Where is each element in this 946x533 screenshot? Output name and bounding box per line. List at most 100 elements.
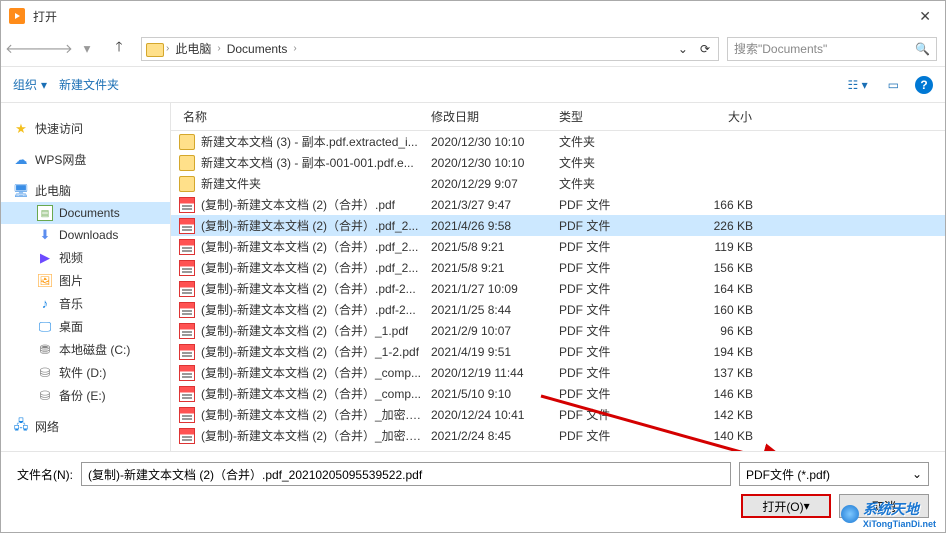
chevron-right-icon: ›: [166, 43, 169, 54]
sidebar-wps-drive[interactable]: ☁WPS网盘: [1, 148, 170, 171]
sidebar-music[interactable]: ♪音乐: [1, 292, 170, 315]
file-name: (复制)-新建文本文档 (2)（合并）.pdf: [201, 196, 395, 213]
view-options-icon[interactable]: ☷ ▾: [844, 76, 872, 94]
file-row[interactable]: (复制)-新建文本文档 (2)（合并）_comp...2020/12/19 11…: [171, 362, 945, 383]
sidebar-drive-d[interactable]: ⛁软件 (D:): [1, 361, 170, 384]
sidebar-pictures[interactable]: 🖼图片: [1, 269, 170, 292]
file-size: 146 KB: [661, 387, 761, 401]
documents-icon: ▤: [37, 205, 53, 221]
pdf-icon: [179, 260, 195, 276]
close-icon[interactable]: ✕: [913, 6, 937, 27]
drive-icon: ⛁: [37, 388, 53, 404]
nav-recent-dropdown[interactable]: ▾: [73, 37, 101, 61]
file-date: 2021/3/27 9:47: [423, 198, 551, 212]
file-date: 2020/12/30 10:10: [423, 156, 551, 170]
sidebar-drive-c[interactable]: ⛃本地磁盘 (C:): [1, 338, 170, 361]
file-row[interactable]: 新建文本文档 (3) - 副本.pdf.extracted_i...2020/1…: [171, 131, 945, 152]
file-size: 140 KB: [661, 429, 761, 443]
search-placeholder: 搜索"Documents": [734, 40, 827, 57]
nav-forward-button[interactable]: 🡒: [41, 37, 69, 61]
nav-back-button[interactable]: 🡐: [9, 37, 37, 61]
sidebar-drive-e[interactable]: ⛁备份 (E:): [1, 384, 170, 407]
file-row[interactable]: (复制)-新建文本文档 (2)（合并）_1.pdf2021/2/9 10:07P…: [171, 320, 945, 341]
help-icon[interactable]: ?: [915, 76, 933, 94]
file-date: 2021/5/8 9:21: [423, 240, 551, 254]
file-row[interactable]: (复制)-新建文本文档 (2)（合并）_加密.p...2021/2/24 8:4…: [171, 425, 945, 446]
header-size[interactable]: 大小: [661, 108, 761, 125]
file-list[interactable]: 新建文本文档 (3) - 副本.pdf.extracted_i...2020/1…: [171, 131, 945, 451]
file-size: 226 KB: [661, 219, 761, 233]
sidebar-videos[interactable]: ▶视频: [1, 246, 170, 269]
file-row[interactable]: (复制)-新建文本文档 (2)（合并）.pdf_2...2021/5/8 9:2…: [171, 257, 945, 278]
cancel-button[interactable]: 取消: [839, 494, 929, 518]
filetype-filter[interactable]: PDF文件 (*.pdf) ⌄: [739, 462, 929, 486]
search-input[interactable]: 搜索"Documents" 🔍: [727, 37, 937, 61]
pdf-icon: [179, 281, 195, 297]
file-row[interactable]: (复制)-新建文本文档 (2)（合并）.pdf_2...2021/4/26 9:…: [171, 215, 945, 236]
file-date: 2020/12/24 10:41: [423, 408, 551, 422]
file-date: 2020/12/29 9:07: [423, 177, 551, 191]
main-area: ★快速访问 ☁WPS网盘 🖥此电脑 ▤Documents ⬇Downloads …: [1, 103, 945, 451]
pdf-icon: [179, 239, 195, 255]
file-name: (复制)-新建文本文档 (2)（合并）_comp...: [201, 385, 421, 402]
window-title: 打开: [33, 8, 913, 25]
file-type: PDF 文件: [551, 343, 661, 360]
sidebar-network[interactable]: 🖧网络: [1, 415, 170, 438]
address-dropdown-icon[interactable]: ⌄: [674, 42, 692, 56]
file-type: PDF 文件: [551, 238, 661, 255]
file-open-dialog: 打开 ✕ 🡐 🡒 ▾ 🡑 › 此电脑 › Documents › ⌄ ⟳ 搜索"…: [0, 0, 946, 533]
folder-icon: [179, 134, 195, 150]
file-row[interactable]: 新建文件夹2020/12/29 9:07文件夹: [171, 173, 945, 194]
file-type: PDF 文件: [551, 196, 661, 213]
folder-icon: [179, 155, 195, 171]
breadcrumb-root[interactable]: 此电脑: [171, 38, 215, 59]
file-size: 160 KB: [661, 303, 761, 317]
preview-pane-icon[interactable]: ▭: [884, 76, 903, 94]
star-icon: ★: [13, 121, 29, 137]
file-date: 2021/5/8 9:21: [423, 261, 551, 275]
pdf-icon: [179, 218, 195, 234]
file-type: PDF 文件: [551, 364, 661, 381]
file-date: 2020/12/19 11:44: [423, 366, 551, 380]
pdf-icon: [179, 197, 195, 213]
file-row[interactable]: (复制)-新建文本文档 (2)（合并）.pdf-2...2021/1/27 10…: [171, 278, 945, 299]
nav-up-button[interactable]: 🡑: [105, 37, 133, 61]
refresh-icon[interactable]: ⟳: [696, 42, 714, 56]
file-row[interactable]: (复制)-新建文本文档 (2)（合并）.pdf_2...2021/5/8 9:2…: [171, 236, 945, 257]
file-row[interactable]: (复制)-新建文本文档 (2)（合并）_comp...2021/5/10 9:1…: [171, 383, 945, 404]
address-bar[interactable]: › 此电脑 › Documents › ⌄ ⟳: [141, 37, 719, 61]
file-name: (复制)-新建文本文档 (2)（合并）.pdf-2...: [201, 301, 416, 318]
breadcrumb-folder[interactable]: Documents: [223, 40, 292, 58]
file-type: PDF 文件: [551, 259, 661, 276]
header-type[interactable]: 类型: [551, 108, 661, 125]
file-type: PDF 文件: [551, 280, 661, 297]
file-row[interactable]: 新建文本文档 (3) - 副本-001-001.pdf.e...2020/12/…: [171, 152, 945, 173]
search-icon[interactable]: 🔍: [915, 42, 930, 56]
sidebar-documents[interactable]: ▤Documents: [1, 202, 170, 224]
file-row[interactable]: (复制)-新建文本文档 (2)（合并）.pdf 2021/3/27 9:47PDF…: [171, 194, 945, 215]
header-date[interactable]: 修改日期: [423, 108, 551, 125]
sidebar-this-pc[interactable]: 🖥此电脑: [1, 179, 170, 202]
open-button[interactable]: 打开(O) ▾: [741, 494, 831, 518]
pdf-icon: [179, 323, 195, 339]
cloud-icon: ☁: [13, 152, 29, 168]
pdf-icon: [179, 302, 195, 318]
file-size: 166 KB: [661, 198, 761, 212]
file-date: 2020/12/30 10:10: [423, 135, 551, 149]
sidebar-quick-access[interactable]: ★快速访问: [1, 117, 170, 140]
pc-icon: 🖥: [13, 183, 29, 199]
organize-button[interactable]: 组织 ▾: [13, 76, 47, 93]
sidebar-downloads[interactable]: ⬇Downloads: [1, 224, 170, 246]
file-row[interactable]: (复制)-新建文本文档 (2)（合并）_加密.p...2020/12/24 10…: [171, 404, 945, 425]
videos-icon: ▶: [37, 250, 53, 266]
chevron-right-icon: ›: [293, 43, 296, 54]
sidebar-desktop[interactable]: 🖵桌面: [1, 315, 170, 338]
network-icon: 🖧: [13, 419, 29, 435]
new-folder-button[interactable]: 新建文件夹: [59, 76, 119, 93]
pdf-icon: [179, 428, 195, 444]
file-name: (复制)-新建文本文档 (2)（合并）.pdf-2...: [201, 280, 416, 297]
file-row[interactable]: (复制)-新建文本文档 (2)（合并）.pdf-2...2021/1/25 8:…: [171, 299, 945, 320]
file-row[interactable]: (复制)-新建文本文档 (2)（合并）_1-2.pdf2021/4/19 9:5…: [171, 341, 945, 362]
header-name[interactable]: 名称: [171, 108, 423, 125]
filename-input[interactable]: [81, 462, 731, 486]
